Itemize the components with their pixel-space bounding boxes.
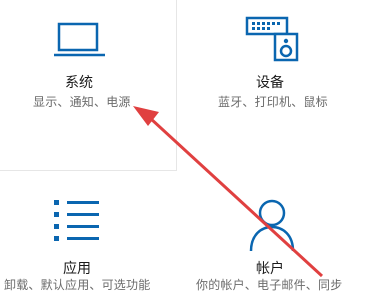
annotation-arrow xyxy=(133,106,324,278)
